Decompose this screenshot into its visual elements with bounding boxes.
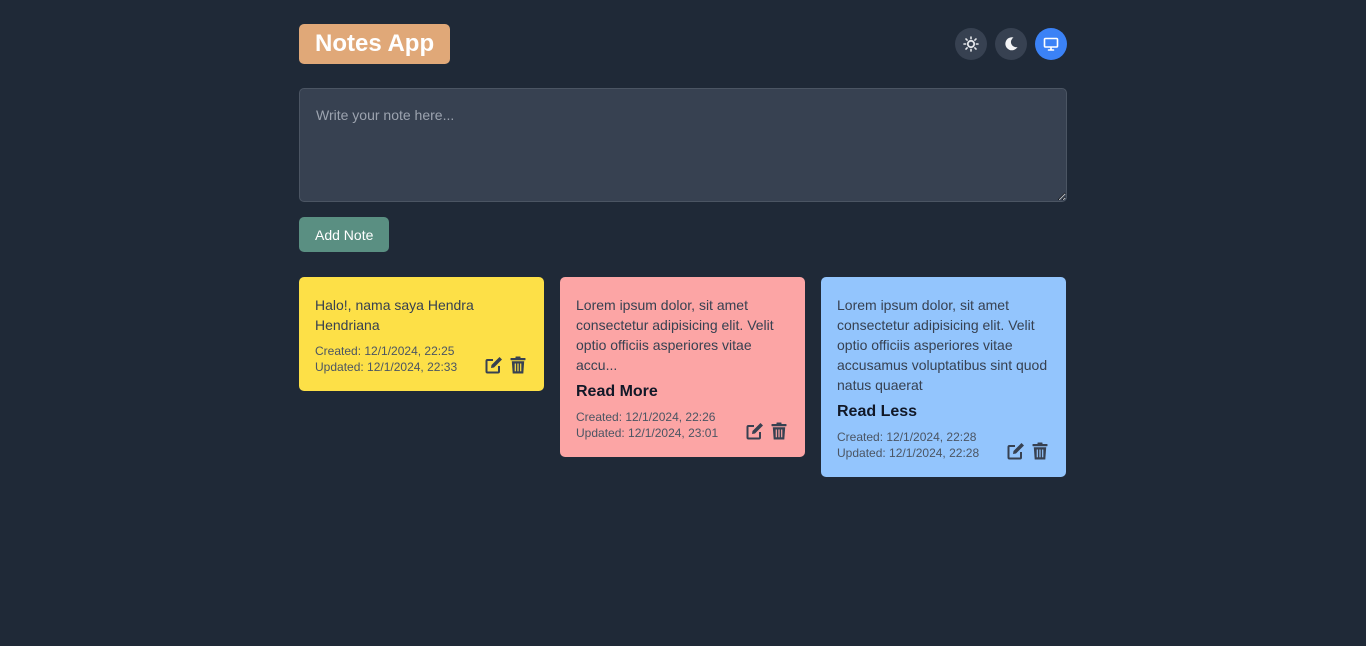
note-input[interactable]: [299, 88, 1067, 202]
note-actions: [484, 355, 528, 375]
note-dates: Created: 12/1/2024, 22:25 Updated: 12/1/…: [315, 343, 457, 375]
note-text: Halo!, nama saya Hendra Hendriana: [315, 297, 474, 333]
theme-switcher: [955, 28, 1067, 60]
add-note-button[interactable]: Add Note: [299, 217, 390, 252]
delete-button[interactable]: [769, 421, 789, 441]
created-date: Created: 12/1/2024, 22:28: [837, 430, 977, 444]
note-actions: [1006, 441, 1050, 461]
header: Notes App: [299, 24, 1067, 64]
dark-theme-button[interactable]: [995, 28, 1027, 60]
monitor-icon: [1043, 37, 1059, 51]
created-date: Created: 12/1/2024, 22:25: [315, 344, 455, 358]
note-text: Lorem ipsum dolor, sit amet consectetur …: [576, 297, 774, 373]
trash-icon: [510, 356, 526, 374]
note-card: Lorem ipsum dolor, sit amet consectetur …: [821, 277, 1066, 477]
note-card: Halo!, nama saya Hendra Hendriana Create…: [299, 277, 544, 391]
trash-icon: [1032, 442, 1048, 460]
edit-button[interactable]: [484, 355, 504, 375]
edit-icon: [1007, 443, 1024, 460]
updated-date: Updated: 12/1/2024, 23:01: [576, 426, 719, 440]
updated-date: Updated: 12/1/2024, 22:28: [837, 446, 980, 460]
note-actions: [745, 421, 789, 441]
read-less-link[interactable]: Read Less: [837, 403, 1050, 421]
notes-list: Halo!, nama saya Hendra Hendriana Create…: [299, 277, 1067, 477]
light-theme-button[interactable]: [955, 28, 987, 60]
edit-button[interactable]: [745, 421, 765, 441]
note-dates: Created: 12/1/2024, 22:28 Updated: 12/1/…: [837, 429, 979, 461]
updated-date: Updated: 12/1/2024, 22:33: [315, 360, 458, 374]
app-title: Notes App: [299, 24, 451, 64]
note-card: Lorem ipsum dolor, sit amet consectetur …: [560, 277, 805, 457]
note-footer: Created: 12/1/2024, 22:28 Updated: 12/1/…: [837, 429, 1050, 461]
trash-icon: [771, 422, 787, 440]
note-text: Lorem ipsum dolor, sit amet consectetur …: [837, 297, 1048, 393]
sun-icon: [963, 36, 979, 52]
note-footer: Created: 12/1/2024, 22:26 Updated: 12/1/…: [576, 409, 789, 441]
app-container: Notes App Write your note here... Add No…: [299, 24, 1067, 477]
edit-icon: [746, 423, 763, 440]
note-dates: Created: 12/1/2024, 22:26 Updated: 12/1/…: [576, 409, 718, 441]
created-date: Created: 12/1/2024, 22:26: [576, 410, 716, 424]
edit-button[interactable]: [1006, 441, 1026, 461]
system-theme-button[interactable]: [1035, 28, 1067, 60]
note-footer: Created: 12/1/2024, 22:25 Updated: 12/1/…: [315, 343, 528, 375]
edit-icon: [485, 357, 502, 374]
moon-icon: [1005, 37, 1018, 51]
read-more-link[interactable]: Read More: [576, 383, 789, 401]
delete-button[interactable]: [1030, 441, 1050, 461]
delete-button[interactable]: [508, 355, 528, 375]
